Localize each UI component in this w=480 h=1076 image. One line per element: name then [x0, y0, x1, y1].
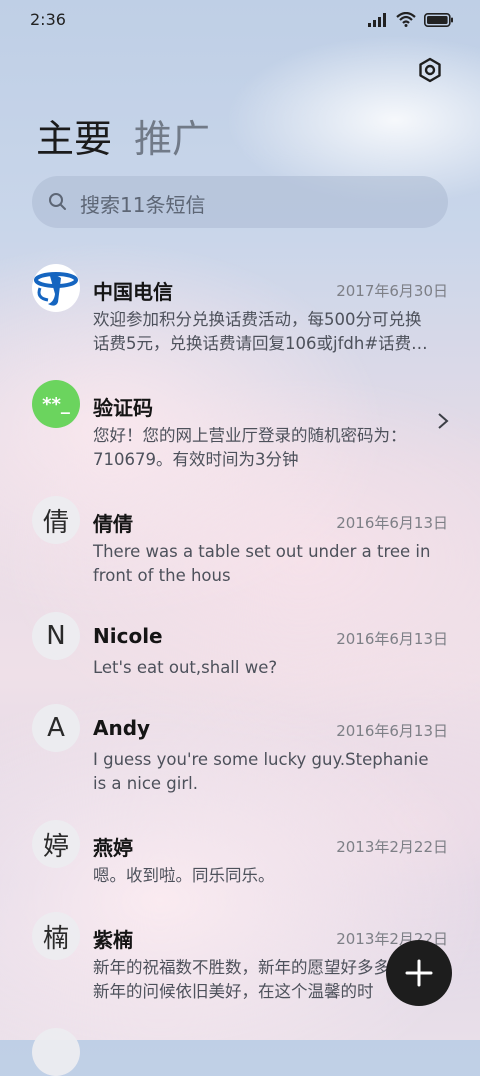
conversation-item[interactable]: 中国电信 2017年6月30日 欢迎参加积分兑换话费活动，每500分可兑换 话费…	[0, 264, 480, 364]
avatar	[32, 1028, 80, 1076]
wifi-icon	[396, 12, 416, 27]
conversation-date: 2016年6月13日	[336, 722, 448, 740]
avatar: 楠	[32, 912, 80, 960]
conversation-name: 倩倩	[93, 512, 133, 536]
conversation-date: 2013年2月22日	[336, 838, 448, 856]
snippet-line: 话费5元，兑换话费请回复106或jfdh#话费…	[93, 334, 428, 353]
snippet-line: 710679。有效时间为3分钟	[93, 450, 299, 469]
conversation-item-partial[interactable]	[0, 1028, 480, 1076]
battery-icon	[424, 12, 453, 27]
conversation-name: 燕婷	[93, 836, 133, 860]
status-icons	[368, 12, 454, 27]
tab-promotions[interactable]: 推广	[134, 108, 210, 163]
snippet-line: front of the hous	[93, 566, 231, 585]
settings-gear-icon[interactable]	[416, 56, 444, 84]
snippet-line: There was a table set out under a tree i…	[93, 542, 431, 561]
avatar: A	[32, 704, 80, 752]
snippet-line: Let's eat out,shall we?	[93, 658, 278, 677]
telecom-logo-avatar	[32, 264, 80, 312]
tab-primary[interactable]: 主要	[36, 108, 112, 163]
snippet-line: 您好！您的网上营业厅登录的随机密码为：	[93, 426, 407, 445]
signal-icon	[368, 12, 386, 27]
conversation-name: 验证码	[93, 396, 153, 420]
conversation-name: Nicole	[93, 624, 163, 648]
plus-icon	[405, 959, 433, 987]
conversation-date: 2016年6月13日	[336, 630, 448, 648]
avatar: 婷	[32, 820, 80, 868]
snippet-line: is a nice girl.	[93, 774, 198, 793]
verification-avatar: **_	[32, 380, 80, 428]
chevron-right-icon[interactable]	[437, 412, 449, 430]
conversation-snippet: 您好！您的网上营业厅登录的随机密码为： 710679。有效时间为3分钟	[93, 424, 449, 472]
snippet-line: 欢迎参加积分兑换话费活动，每500分可兑换	[93, 310, 422, 329]
snippet-line: I guess you're some lucky guy.Stephanie	[93, 750, 429, 769]
search-icon	[49, 193, 66, 210]
status-bar: 2:36	[0, 0, 480, 40]
conversation-date: 2016年6月13日	[336, 514, 448, 532]
conversation-snippet: 嗯。收到啦。同乐同乐。	[93, 864, 449, 888]
message-tabs: 主要 推广	[36, 108, 210, 163]
avatar: N	[32, 612, 80, 660]
conversation-name: Andy	[93, 716, 151, 740]
status-time: 2:36	[30, 10, 66, 29]
conversation-snippet: Let's eat out,shall we?	[93, 656, 449, 680]
conversation-item[interactable]: A Andy 2016年6月13日 I guess you're some lu…	[0, 704, 480, 804]
avatar: 倩	[32, 496, 80, 544]
conversation-item[interactable]: N Nicole 2016年6月13日 Let's eat out,shall …	[0, 612, 480, 692]
conversation-name: 中国电信	[93, 280, 173, 304]
search-placeholder: 搜索11条短信	[80, 193, 206, 217]
conversation-item[interactable]: **_ 验证码 您好！您的网上营业厅登录的随机密码为： 710679。有效时间为…	[0, 380, 480, 480]
conversation-name: 紫楠	[93, 928, 133, 952]
conversation-item[interactable]: 婷 燕婷 2013年2月22日 嗯。收到啦。同乐同乐。	[0, 820, 480, 900]
conversation-snippet: There was a table set out under a tree i…	[93, 540, 449, 588]
search-bar[interactable]: 搜索11条短信	[32, 176, 448, 228]
snippet-line: 嗯。收到啦。同乐同乐。	[93, 866, 275, 885]
conversation-snippet: I guess you're some lucky guy.Stephanie …	[93, 748, 449, 796]
conversation-date: 2017年6月30日	[336, 282, 448, 300]
new-message-button[interactable]	[386, 940, 452, 1006]
conversation-item[interactable]: 倩 倩倩 2016年6月13日 There was a table set ou…	[0, 496, 480, 596]
conversation-snippet: 欢迎参加积分兑换话费活动，每500分可兑换 话费5元，兑换话费请回复106或jf…	[93, 308, 449, 356]
china-telecom-icon	[33, 265, 79, 311]
